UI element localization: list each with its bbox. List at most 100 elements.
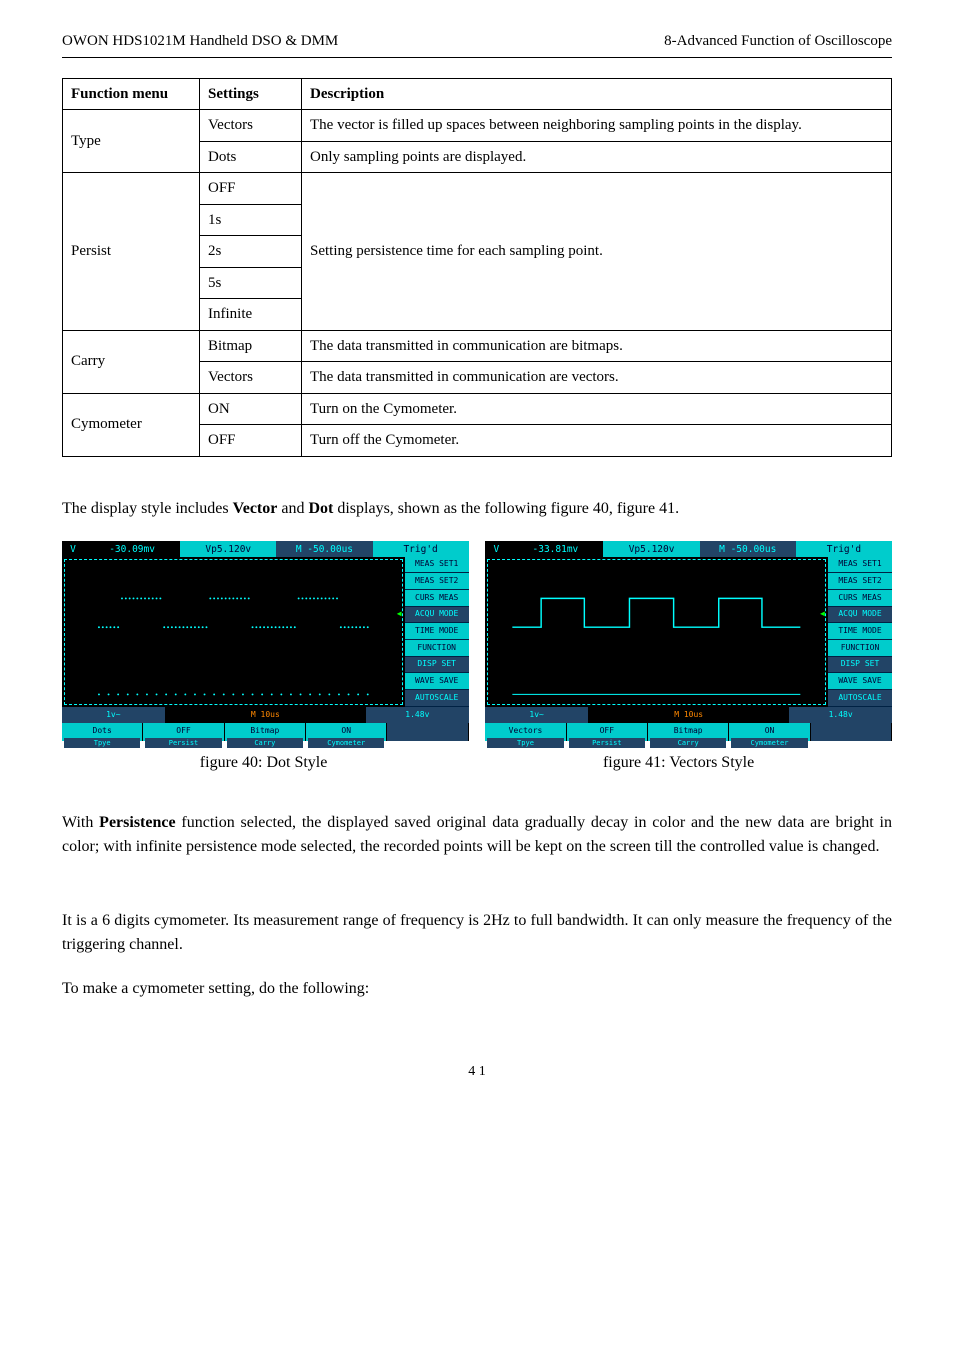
- th-settings: Settings: [200, 78, 302, 110]
- softkey[interactable]: ONCymometer: [729, 723, 810, 741]
- trig-value: Trig'd: [373, 541, 469, 557]
- v-label: V: [62, 541, 84, 557]
- menu-item[interactable]: MEAS SET2: [405, 573, 469, 590]
- cell-desc: Setting persistence time for each sampli…: [302, 173, 892, 331]
- waveform-vectors: [488, 560, 825, 704]
- mv-value: -30.09mv: [84, 541, 180, 557]
- caption-left: figure 40: Dot Style: [200, 751, 328, 775]
- paragraph-display-style: The display style includes Vector and Do…: [62, 497, 892, 521]
- menu-item[interactable]: AUTOSCALE: [828, 690, 892, 707]
- cell-setting: OFF: [200, 173, 302, 205]
- softkey[interactable]: ONCymometer: [306, 723, 387, 741]
- menu-item[interactable]: FUNCTION: [405, 640, 469, 657]
- paragraph-persistence: With Persistence function selected, the …: [62, 811, 892, 859]
- trig-level: 1.48v: [789, 707, 892, 723]
- top-bar: V -33.81mv Vp5.120v M -50.00us Trig'd: [485, 541, 892, 557]
- vp-value: Vp5.120v: [180, 541, 276, 557]
- m-value: M -50.00us: [700, 541, 796, 557]
- cell-desc: Turn on the Cymometer.: [302, 393, 892, 425]
- trig-value: Trig'd: [796, 541, 892, 557]
- menu-item[interactable]: WAVE SAVE: [405, 673, 469, 690]
- cell-fn: Type: [63, 110, 200, 173]
- cell-desc: Only sampling points are displayed.: [302, 141, 892, 173]
- side-menu: MEAS SET1 MEAS SET2 CURS MEAS ◀ACQU MODE…: [828, 557, 892, 707]
- cell-setting: Infinite: [200, 299, 302, 331]
- screen-dot-style: V -30.09mv Vp5.120v M -50.00us Trig'd ▶ …: [62, 541, 469, 741]
- mv-value: -33.81mv: [507, 541, 603, 557]
- menu-item[interactable]: DISP SET: [828, 657, 892, 674]
- cell-fn: Persist: [63, 173, 200, 331]
- page-number: 4 1: [62, 1061, 892, 1082]
- arrow-icon: ▶: [64, 629, 66, 646]
- arrow-icon: ▶: [487, 629, 489, 646]
- cell-setting: 5s: [200, 267, 302, 299]
- cell-setting: OFF: [200, 425, 302, 457]
- menu-item[interactable]: TIME MODE: [405, 623, 469, 640]
- table-header-row: Function menu Settings Description: [63, 78, 892, 110]
- softkey[interactable]: BitmapCarry: [225, 723, 306, 741]
- cell-setting: Vectors: [200, 110, 302, 142]
- softkey[interactable]: DotsTpye: [62, 723, 143, 741]
- page-header: OWON HDS1021M Handheld DSO & DMM 8-Advan…: [62, 30, 892, 58]
- figure-captions: figure 40: Dot Style figure 41: Vectors …: [62, 751, 892, 775]
- plot-area: ▶ ▶: [487, 559, 826, 705]
- softkey[interactable]: OFFPersist: [143, 723, 224, 741]
- cell-setting: Dots: [200, 141, 302, 173]
- screen-body: ▶ ▶: [62, 557, 469, 707]
- cell-fn: Carry: [63, 330, 200, 393]
- screen-vectors-style: V -33.81mv Vp5.120v M -50.00us Trig'd ▶ …: [485, 541, 892, 741]
- cell-desc: The vector is filled up spaces between n…: [302, 110, 892, 142]
- timebase: M 10us: [165, 707, 366, 723]
- menu-item[interactable]: MEAS SET1: [828, 557, 892, 574]
- softkey[interactable]: VectorsTpye: [485, 723, 566, 741]
- menu-item[interactable]: WAVE SAVE: [828, 673, 892, 690]
- softkey[interactable]: BitmapCarry: [648, 723, 729, 741]
- menu-item[interactable]: CURS MEAS: [828, 590, 892, 607]
- menu-item[interactable]: DISP SET: [405, 657, 469, 674]
- status-row: 1v~ M 10us 1.48v: [62, 707, 469, 723]
- cell-fn: Cymometer: [63, 393, 200, 456]
- table-row: Type Vectors The vector is filled up spa…: [63, 110, 892, 142]
- cell-setting: Bitmap: [200, 330, 302, 362]
- scale-left: 1v~: [62, 707, 165, 723]
- menu-item[interactable]: TIME MODE: [828, 623, 892, 640]
- softkey[interactable]: [811, 723, 892, 741]
- top-bar: V -30.09mv Vp5.120v M -50.00us Trig'd: [62, 541, 469, 557]
- screenshots-row: V -30.09mv Vp5.120v M -50.00us Trig'd ▶ …: [62, 541, 892, 741]
- menu-item[interactable]: ◀ACQU MODE: [405, 607, 469, 624]
- v-label: V: [485, 541, 507, 557]
- menu-item[interactable]: ◀ACQU MODE: [828, 607, 892, 624]
- cell-setting: Vectors: [200, 362, 302, 394]
- menu-item[interactable]: FUNCTION: [828, 640, 892, 657]
- softkey-row: VectorsTpye OFFPersist BitmapCarry ONCym…: [485, 723, 892, 741]
- softkey[interactable]: [387, 723, 468, 741]
- menu-item[interactable]: MEAS SET1: [405, 557, 469, 574]
- header-left: OWON HDS1021M Handheld DSO & DMM: [62, 30, 338, 53]
- side-menu: MEAS SET1 MEAS SET2 CURS MEAS ◀ACQU MODE…: [405, 557, 469, 707]
- arrow-icon: ▶: [487, 685, 489, 702]
- status-row: 1v~ M 10us 1.48v: [485, 707, 892, 723]
- paragraph-cymometer: It is a 6 digits cymometer. Its measurem…: [62, 909, 892, 957]
- scale-left: 1v~: [485, 707, 588, 723]
- menu-item[interactable]: AUTOSCALE: [405, 690, 469, 707]
- caption-right: figure 41: Vectors Style: [603, 751, 754, 775]
- table-row: Carry Bitmap The data transmitted in com…: [63, 330, 892, 362]
- trig-level: 1.48v: [366, 707, 469, 723]
- timebase: M 10us: [588, 707, 789, 723]
- menu-item[interactable]: MEAS SET2: [828, 573, 892, 590]
- screen-body: ▶ ▶ MEAS SET1 MEAS SET2 CURS MEAS ◀ACQU …: [485, 557, 892, 707]
- th-description: Description: [302, 78, 892, 110]
- softkey[interactable]: OFFPersist: [567, 723, 648, 741]
- menu-item[interactable]: CURS MEAS: [405, 590, 469, 607]
- cell-setting: ON: [200, 393, 302, 425]
- th-function: Function menu: [63, 78, 200, 110]
- plot-area: ▶ ▶: [64, 559, 403, 705]
- function-table: Function menu Settings Description Type …: [62, 78, 892, 457]
- waveform-dots: [65, 560, 402, 704]
- vp-value: Vp5.120v: [603, 541, 699, 557]
- m-value: M -50.00us: [276, 541, 372, 557]
- header-right: 8-Advanced Function of Oscilloscope: [664, 30, 892, 53]
- cell-setting: 2s: [200, 236, 302, 268]
- cell-setting: 1s: [200, 204, 302, 236]
- cell-desc: The data transmitted in communication ar…: [302, 362, 892, 394]
